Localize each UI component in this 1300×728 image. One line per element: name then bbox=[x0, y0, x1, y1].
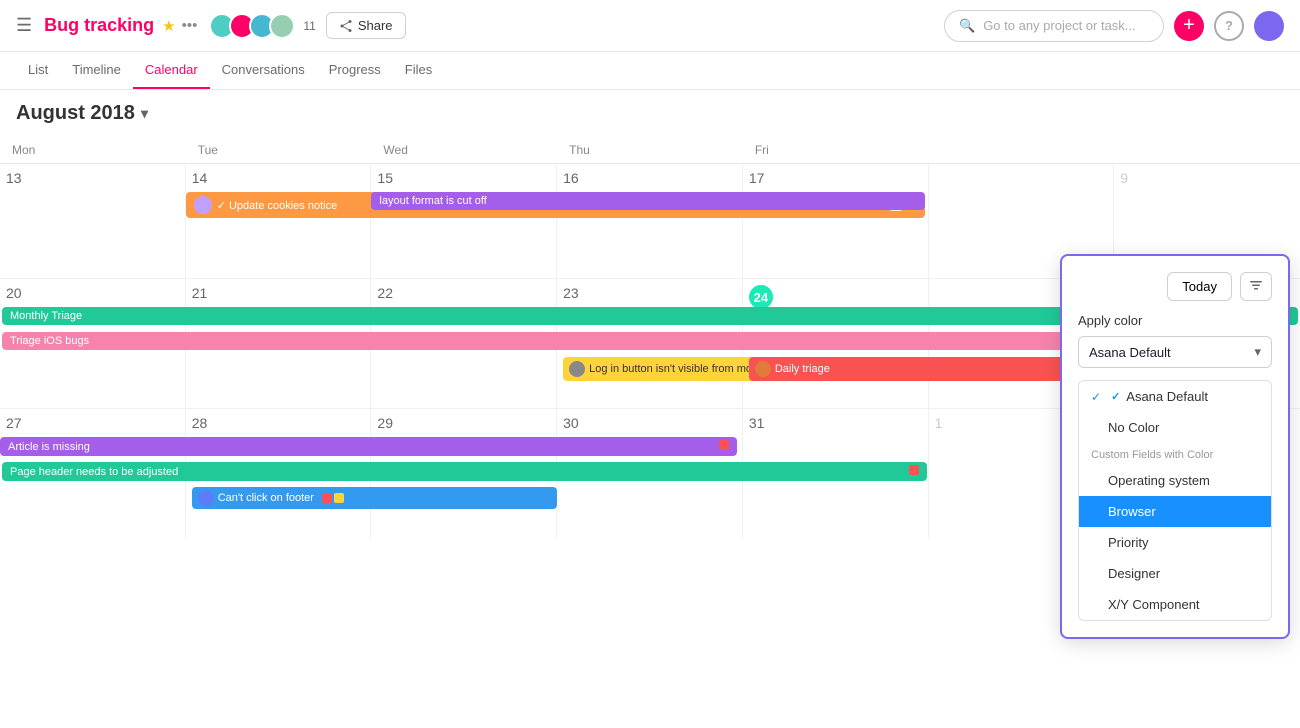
avatar-group bbox=[209, 13, 295, 39]
search-placeholder: Go to any project or task... bbox=[983, 18, 1135, 33]
share-button[interactable]: Share bbox=[326, 12, 406, 39]
event-label: Daily triage bbox=[775, 363, 830, 375]
option-label: Priority bbox=[1108, 535, 1148, 550]
check-icon: ✓ bbox=[1111, 390, 1120, 403]
avatar bbox=[269, 13, 295, 39]
selected-color-option: Asana Default bbox=[1089, 345, 1171, 360]
project-title: Bug tracking bbox=[44, 15, 154, 36]
star-icon[interactable]: ★ bbox=[162, 17, 175, 35]
member-count: 11 bbox=[303, 19, 315, 33]
option-label: Asana Default bbox=[1126, 389, 1208, 404]
color-dropdown-list: ✓ Asana Default No Color Custom Fields w… bbox=[1078, 380, 1272, 621]
day-number: 17 bbox=[749, 170, 922, 186]
dropdown-arrow-icon: ▾ bbox=[1254, 344, 1261, 360]
day-header-wed: Wed bbox=[371, 137, 557, 163]
event-triage-ios[interactable]: Triage iOS bugs bbox=[2, 332, 1112, 350]
month-title[interactable]: August 2018 ▾ bbox=[16, 102, 148, 125]
apply-color-label: Apply color bbox=[1078, 313, 1272, 328]
more-icon[interactable]: ••• bbox=[182, 17, 198, 34]
day-number: 14 bbox=[192, 170, 365, 186]
user-avatar[interactable] bbox=[1254, 11, 1284, 41]
color-select-display[interactable]: Asana Default ▾ bbox=[1078, 336, 1272, 368]
tab-timeline[interactable]: Timeline bbox=[60, 52, 133, 89]
day-header-sun bbox=[1114, 137, 1300, 163]
event-label: Can't click on footer bbox=[218, 492, 314, 504]
dropdown-item-xy-component[interactable]: X/Y Component bbox=[1079, 589, 1271, 620]
dropdown-item-priority[interactable]: Priority bbox=[1079, 527, 1271, 558]
event-article-missing[interactable]: Article is missing bbox=[0, 437, 737, 456]
calendar-body: 13 14 ✓ Update cookies notice 15 layout … bbox=[0, 164, 1300, 539]
day-number: 21 bbox=[192, 285, 365, 301]
day-header-mon: Mon bbox=[0, 137, 186, 163]
hamburger-icon[interactable]: ☰ bbox=[16, 15, 32, 36]
day-header-tue: Tue bbox=[186, 137, 372, 163]
tab-calendar[interactable]: Calendar bbox=[133, 52, 210, 89]
option-label: Designer bbox=[1108, 566, 1160, 581]
add-button[interactable]: + bbox=[1174, 11, 1204, 41]
day-headers: Mon Tue Wed Thu Fri bbox=[0, 137, 1300, 164]
day-number: 28 bbox=[192, 415, 365, 431]
day-number: 23 bbox=[563, 285, 736, 301]
dropdown-item-browser[interactable]: Browser bbox=[1079, 496, 1271, 527]
day-14[interactable]: 14 ✓ Update cookies notice bbox=[186, 164, 372, 278]
dropdown-item-asana-default[interactable]: ✓ Asana Default bbox=[1079, 381, 1271, 412]
day-number: 16 bbox=[563, 170, 736, 186]
event-label: Page header needs to be adjusted bbox=[10, 466, 178, 478]
month-year-label: August 2018 bbox=[16, 102, 135, 125]
day-number: 30 bbox=[563, 415, 736, 431]
today-button[interactable]: Today bbox=[1167, 272, 1232, 301]
event-daily-triage[interactable]: Daily triage bbox=[749, 357, 1112, 381]
dropdown-section-custom-fields: Custom Fields with Color bbox=[1079, 443, 1271, 465]
event-page-header[interactable]: Page header needs to be adjusted bbox=[2, 462, 927, 481]
header-right: 🔍 Go to any project or task... + ? bbox=[944, 10, 1284, 42]
dropdown-item-operating-system[interactable]: Operating system bbox=[1079, 465, 1271, 496]
day-number: 29 bbox=[377, 415, 550, 431]
option-label: Operating system bbox=[1108, 473, 1210, 488]
filter-icon bbox=[1249, 278, 1263, 292]
day-number: 22 bbox=[377, 285, 550, 301]
event-label: ✓ Update cookies notice bbox=[217, 199, 338, 212]
day-number: 20 bbox=[6, 285, 179, 301]
day-17[interactable]: 17 bbox=[743, 164, 929, 278]
share-icon bbox=[339, 19, 353, 33]
day-header-sat bbox=[929, 137, 1115, 163]
tab-list[interactable]: List bbox=[16, 52, 60, 89]
day-number: 31 bbox=[749, 415, 922, 431]
share-label: Share bbox=[358, 18, 393, 33]
day-header-fri: Fri bbox=[743, 137, 929, 163]
day-15[interactable]: 15 layout format is cut off bbox=[371, 164, 557, 278]
tab-conversations[interactable]: Conversations bbox=[210, 52, 317, 89]
day-16[interactable]: 16 bbox=[557, 164, 743, 278]
tab-progress[interactable]: Progress bbox=[317, 52, 393, 89]
day-number: 9 bbox=[1120, 170, 1294, 186]
search-icon: 🔍 bbox=[959, 18, 975, 34]
dropdown-item-no-color[interactable]: No Color bbox=[1079, 412, 1271, 443]
dropdown-item-designer[interactable]: Designer bbox=[1079, 558, 1271, 589]
option-label: X/Y Component bbox=[1108, 597, 1200, 612]
nav-tabs: List Timeline Calendar Conversations Pro… bbox=[0, 52, 1300, 90]
day-number: 15 bbox=[377, 170, 550, 186]
day-header-thu: Thu bbox=[557, 137, 743, 163]
app-header: ☰ Bug tracking ★ ••• 11 Share 🔍 Go to an… bbox=[0, 0, 1300, 52]
option-label: No Color bbox=[1108, 420, 1159, 435]
color-settings-panel: Today Apply color Asana Default ▾ ✓ Asan… bbox=[1060, 254, 1290, 639]
event-label: Article is missing bbox=[8, 441, 90, 453]
color-select-wrapper: Asana Default ▾ bbox=[1078, 336, 1272, 368]
day-13[interactable]: 13 bbox=[0, 164, 186, 278]
day-number-today: 24 bbox=[749, 285, 773, 309]
filter-button[interactable] bbox=[1240, 272, 1272, 301]
help-button[interactable]: ? bbox=[1214, 11, 1244, 41]
day-number: 13 bbox=[6, 170, 179, 186]
calendar-header: August 2018 ▾ bbox=[0, 90, 1300, 137]
event-cant-click-footer[interactable]: Can't click on footer bbox=[192, 487, 557, 509]
event-label: Log in button isn't visible from mobile bbox=[589, 363, 769, 375]
tab-files[interactable]: Files bbox=[393, 52, 444, 89]
event-layout-format[interactable]: layout format is cut off bbox=[371, 192, 924, 210]
option-label: Browser bbox=[1108, 504, 1156, 519]
chevron-down-icon: ▾ bbox=[141, 105, 148, 122]
day-number: 27 bbox=[6, 415, 179, 431]
panel-top-bar: Today bbox=[1078, 272, 1272, 301]
search-bar[interactable]: 🔍 Go to any project or task... bbox=[944, 10, 1164, 42]
